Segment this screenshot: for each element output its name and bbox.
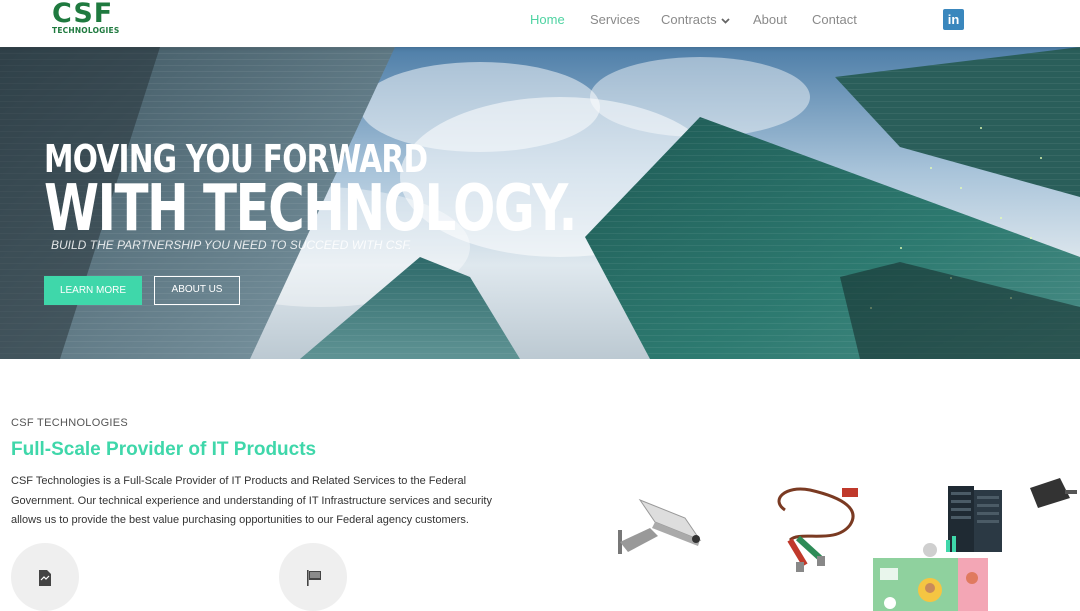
section-eyebrow: CSF TECHNOLOGIES [11, 417, 129, 429]
logo-subtitle: TECHNOLOGIES [52, 26, 120, 35]
intro-paragraph: CSF Technologies is a Full-Scale Provide… [11, 475, 492, 526]
it-products-illustration [618, 478, 1077, 611]
site-header: CSF TECHNOLOGIES Home Services Contracts… [0, 0, 1080, 47]
feature-circle-document [11, 543, 79, 611]
chevron-down-icon [721, 17, 730, 24]
video-call-icon [873, 543, 988, 611]
logo-wordmark: CSF [52, 0, 114, 29]
section-headline: Full-Scale Provider of IT Products [11, 439, 317, 460]
feature-circle-flag [279, 543, 347, 611]
nav-contracts[interactable]: Contracts [661, 12, 730, 27]
hero-banner: MOVING YOU FORWARD WITH TECHNOLOGY. BUIL… [0, 47, 1080, 359]
security-camera-right-icon [1030, 478, 1077, 508]
nav-about[interactable]: About [753, 12, 787, 27]
av-cable-icon [777, 487, 858, 572]
document-icon [39, 570, 51, 586]
security-camera-icon [618, 498, 702, 554]
hero-title-line2: WITH TECHNOLOGY. [44, 172, 577, 246]
csf-logo[interactable]: CSF TECHNOLOGIES [52, 0, 124, 36]
server-rack-icon [946, 486, 1002, 552]
hero-subtitle: BUILD THE PARTNERSHIP YOU NEED TO SUCCEE… [51, 238, 412, 252]
flag-icon [307, 570, 321, 586]
nav-home[interactable]: Home [530, 12, 565, 27]
nav-services[interactable]: Services [590, 12, 640, 27]
linkedin-icon[interactable]: in [943, 9, 964, 30]
nav-contact[interactable]: Contact [812, 12, 857, 27]
learn-more-button[interactable]: LEARN MORE [44, 276, 142, 305]
about-us-button[interactable]: ABOUT US [154, 276, 240, 305]
nav-contracts-label: Contracts [661, 12, 717, 27]
